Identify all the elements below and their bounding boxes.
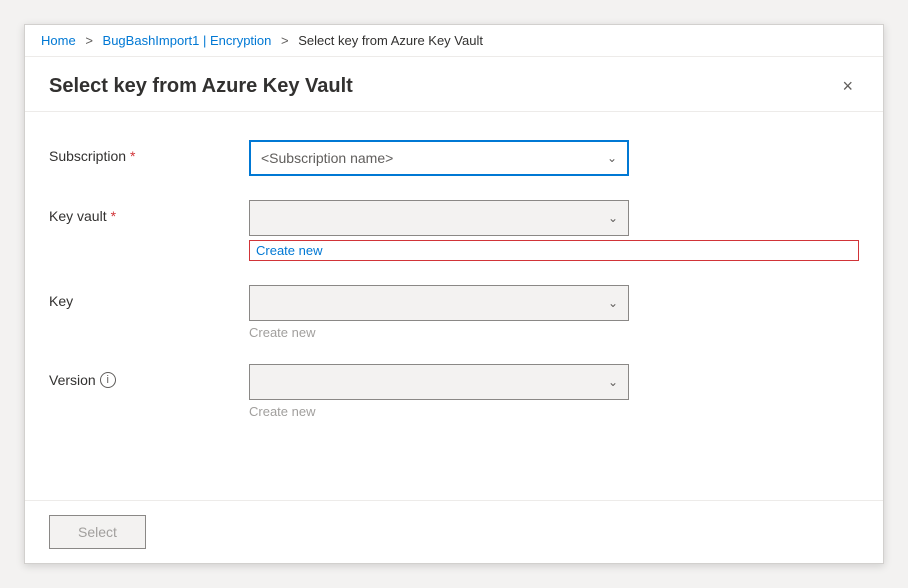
subscription-placeholder: <Subscription name> bbox=[261, 150, 393, 166]
key-chevron-icon: ⌄ bbox=[608, 296, 618, 310]
breadcrumb-home[interactable]: Home bbox=[41, 33, 76, 48]
version-chevron-icon: ⌄ bbox=[608, 375, 618, 389]
key-vault-dropdown[interactable]: ⌄ bbox=[249, 200, 629, 236]
version-dropdown[interactable]: ⌄ bbox=[249, 364, 629, 400]
breadcrumb-sep2: > bbox=[281, 33, 289, 48]
dialog-footer: Select bbox=[25, 500, 883, 563]
subscription-required: * bbox=[130, 148, 135, 164]
subscription-dropdown[interactable]: <Subscription name> ⌄ bbox=[249, 140, 629, 176]
key-label: Key bbox=[49, 285, 249, 309]
dialog-header: Select key from Azure Key Vault × bbox=[25, 57, 883, 112]
key-vault-control: ⌄ Create new bbox=[249, 200, 859, 261]
breadcrumb-sep1: > bbox=[85, 33, 93, 48]
select-button[interactable]: Select bbox=[49, 515, 146, 549]
subscription-row: Subscription * <Subscription name> ⌄ bbox=[49, 140, 859, 176]
key-create-new-text: Create new bbox=[249, 325, 859, 340]
key-control: ⌄ Create new bbox=[249, 285, 859, 340]
key-vault-label: Key vault * bbox=[49, 200, 249, 224]
subscription-label: Subscription * bbox=[49, 140, 249, 164]
key-dropdown[interactable]: ⌄ bbox=[249, 285, 629, 321]
key-vault-row: Key vault * ⌄ Create new bbox=[49, 200, 859, 261]
dialog-body: Subscription * <Subscription name> ⌄ Key… bbox=[25, 112, 883, 500]
key-row: Key ⌄ Create new bbox=[49, 285, 859, 340]
breadcrumb-encryption[interactable]: BugBashImport1 | Encryption bbox=[103, 33, 272, 48]
version-create-new-text: Create new bbox=[249, 404, 859, 419]
breadcrumb: Home > BugBashImport1 | Encryption > Sel… bbox=[25, 25, 883, 57]
key-vault-chevron-icon: ⌄ bbox=[608, 211, 618, 225]
key-vault-create-new-link[interactable]: Create new bbox=[249, 240, 859, 261]
key-vault-required: * bbox=[111, 208, 116, 224]
close-button[interactable]: × bbox=[836, 73, 859, 99]
dialog: Home > BugBashImport1 | Encryption > Sel… bbox=[24, 24, 884, 564]
breadcrumb-current: Select key from Azure Key Vault bbox=[298, 33, 483, 48]
dialog-title: Select key from Azure Key Vault bbox=[49, 75, 353, 98]
subscription-control: <Subscription name> ⌄ bbox=[249, 140, 859, 176]
version-row: Version i ⌄ Create new bbox=[49, 364, 859, 419]
subscription-chevron-icon: ⌄ bbox=[607, 151, 617, 165]
version-control: ⌄ Create new bbox=[249, 364, 859, 419]
version-label: Version i bbox=[49, 364, 249, 388]
version-info-icon[interactable]: i bbox=[100, 372, 116, 388]
